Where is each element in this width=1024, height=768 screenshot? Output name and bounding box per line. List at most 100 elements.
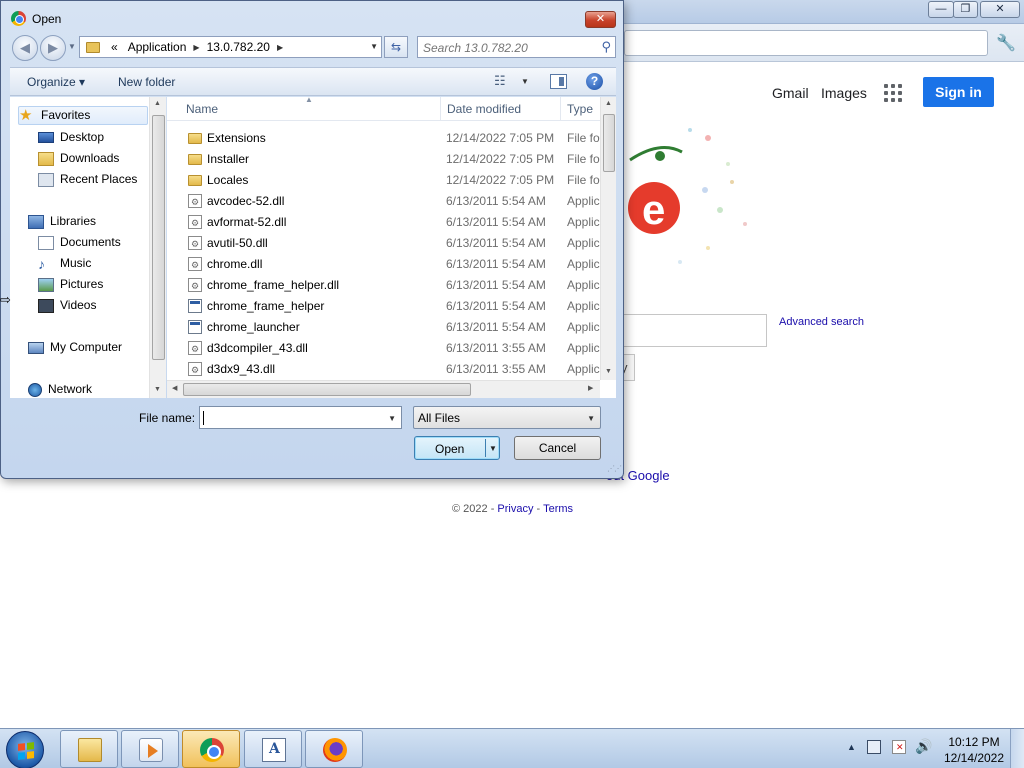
file-row[interactable]: avutil-50.dll 6/13/2011 5:54 AM Applicatio…	[167, 233, 607, 255]
file-row[interactable]: chrome_frame_helper 6/13/2011 5:54 AM Appl…	[167, 296, 607, 317]
breadcrumb-version[interactable]: 13.0.782.20	[202, 40, 275, 54]
file-name-combobox[interactable]: ▼	[199, 406, 402, 429]
back-button[interactable]: ◀	[12, 35, 38, 61]
file-row[interactable]: avcodec-52.dll 6/13/2011 5:54 AM Applicati…	[167, 191, 607, 213]
scroll-left-icon[interactable]: ◀	[172, 384, 177, 392]
file-row[interactable]: avformat-52.dll 6/13/2011 5:54 AM Applicat…	[167, 212, 607, 234]
file-name-input[interactable]	[203, 410, 383, 425]
google-doodle[interactable]: e	[620, 120, 760, 270]
chevron-down-icon[interactable]: ▼	[587, 414, 595, 423]
scroll-thumb[interactable]	[152, 115, 165, 360]
omnibox[interactable]	[624, 30, 988, 56]
taskbar-wordpad[interactable]	[244, 730, 302, 768]
nav-network[interactable]: Network	[28, 380, 165, 398]
images-link[interactable]: Images	[821, 85, 867, 101]
taskbar-firefox[interactable]	[305, 730, 363, 768]
file-row[interactable]: chrome_launcher 6/13/2011 5:54 AM Applicat…	[167, 317, 607, 338]
start-button[interactable]	[6, 731, 44, 768]
search-icon[interactable]: ⚲	[601, 39, 611, 55]
new-folder-button[interactable]: New folder	[118, 75, 175, 89]
column-type[interactable]: Type	[567, 102, 593, 116]
taskbar-chrome[interactable]	[182, 730, 240, 768]
nav-pictures[interactable]: Pictures	[38, 275, 165, 294]
show-hidden-icons-icon[interactable]: ▲	[847, 742, 856, 752]
nav-pane-scrollbar[interactable]: ▲ ▼	[149, 97, 166, 398]
wrench-icon[interactable]: 🔧	[996, 33, 1016, 53]
file-row[interactable]: d3dcompiler_43.dll 6/13/2011 3:55 AM Appli…	[167, 338, 607, 360]
address-dropdown-icon[interactable]: ▼	[370, 42, 378, 51]
column-name[interactable]: Name	[186, 102, 218, 116]
file-list-horizontal-scrollbar[interactable]: ◀ ▶	[167, 380, 600, 398]
address-overflow-button[interactable]: «	[106, 40, 123, 54]
file-row[interactable]: Locales 12/14/2022 7:05 PM File folder	[167, 170, 607, 191]
file-type: Application extension	[567, 236, 602, 250]
apps-grid-icon[interactable]	[884, 84, 902, 102]
scroll-up-icon[interactable]: ▲	[605, 100, 612, 107]
breadcrumb-chevron-icon[interactable]: ▶	[275, 43, 285, 52]
file-row[interactable]: chrome.dll 6/13/2011 5:54 AM Application e…	[167, 254, 607, 276]
taskbar-media-player[interactable]	[121, 730, 179, 768]
nav-documents[interactable]: Documents	[38, 233, 165, 252]
advanced-search-link[interactable]: Advanced search	[779, 316, 864, 328]
views-icon[interactable]: ☷	[494, 73, 506, 89]
nav-libraries[interactable]: Libraries	[28, 212, 165, 231]
privacy-link[interactable]: Privacy	[497, 503, 533, 515]
clock-time[interactable]: 10:12 PM	[948, 735, 1000, 749]
search-box[interactable]: ⚲	[417, 36, 616, 58]
scroll-down-icon[interactable]: ▼	[605, 368, 612, 375]
views-dropdown-icon[interactable]: ▼	[521, 77, 529, 86]
google-search-input[interactable]	[620, 314, 767, 347]
network-tray-icon[interactable]	[867, 740, 881, 754]
nav-my-computer[interactable]: My Computer	[28, 338, 165, 357]
volume-icon[interactable]: 🔊	[915, 738, 932, 755]
show-desktop-button[interactable]	[1010, 729, 1024, 768]
nav-music[interactable]: ♪ Music	[38, 254, 165, 273]
open-button[interactable]: Open ▼	[414, 436, 500, 460]
preview-pane-icon[interactable]	[550, 74, 567, 89]
file-row[interactable]: Installer 12/14/2022 7:05 PM File folder	[167, 149, 607, 170]
action-center-icon[interactable]	[892, 740, 906, 754]
close-window-button[interactable]: ✕	[980, 1, 1020, 18]
clock-date[interactable]: 12/14/2022	[943, 751, 1005, 765]
scroll-down-icon[interactable]: ▼	[154, 386, 161, 393]
help-icon[interactable]: ?	[586, 73, 603, 90]
forward-button[interactable]: ▶	[40, 35, 66, 61]
nav-videos[interactable]: Videos	[38, 296, 165, 315]
column-date-modified[interactable]: Date modified	[447, 102, 521, 116]
nav-downloads[interactable]: Downloads	[38, 149, 165, 168]
dll-icon	[188, 213, 202, 234]
file-row[interactable]: chrome_frame_helper.dll 6/13/2011 5:54 AM…	[167, 275, 607, 297]
column-divider[interactable]	[560, 97, 561, 121]
taskbar-explorer[interactable]	[60, 730, 118, 768]
chevron-down-icon[interactable]: ▼	[388, 414, 396, 423]
restore-button[interactable]: ❐	[953, 1, 978, 18]
scroll-up-icon[interactable]: ▲	[154, 100, 161, 107]
refresh-button[interactable]: ⇆	[384, 36, 408, 58]
address-bar[interactable]: « Application ▶ 13.0.782.20 ▶ ▼	[79, 36, 382, 58]
recent-locations-dropdown[interactable]: ▼	[68, 42, 76, 51]
open-options-dropdown-icon[interactable]: ▼	[489, 444, 497, 453]
gmail-link[interactable]: Gmail	[772, 85, 809, 101]
file-type-select[interactable]: All Files ▼	[413, 406, 601, 429]
file-row[interactable]: d3dx9_43.dll 6/13/2011 3:55 AM Application…	[167, 359, 607, 381]
nav-desktop[interactable]: Desktop	[38, 128, 165, 147]
resize-cursor-icon: ⇨	[0, 292, 11, 307]
close-dialog-button[interactable]: ✕	[585, 11, 616, 28]
breadcrumb-application[interactable]: Application	[123, 40, 192, 54]
resize-grip-icon[interactable]: ⋰⋰	[607, 464, 622, 473]
minimize-button[interactable]: —	[928, 1, 954, 18]
sign-in-button[interactable]: Sign in	[923, 77, 994, 107]
search-input[interactable]	[423, 40, 593, 55]
terms-link[interactable]: Terms	[543, 503, 573, 515]
file-row[interactable]: Extensions 12/14/2022 7:05 PM File folder	[167, 128, 607, 149]
column-divider[interactable]	[440, 97, 441, 121]
cancel-button[interactable]: Cancel	[514, 436, 601, 460]
nav-recent-places[interactable]: Recent Places	[38, 170, 165, 189]
file-list-vertical-scrollbar[interactable]: ▲ ▼	[600, 97, 616, 380]
scroll-thumb[interactable]	[183, 383, 471, 396]
breadcrumb-chevron-icon[interactable]: ▶	[191, 43, 201, 52]
organize-button[interactable]: Organize ▾	[27, 75, 85, 89]
scroll-thumb[interactable]	[603, 114, 615, 172]
nav-favorites[interactable]: ★ Favorites	[18, 106, 148, 125]
scroll-right-icon[interactable]: ▶	[588, 384, 593, 392]
